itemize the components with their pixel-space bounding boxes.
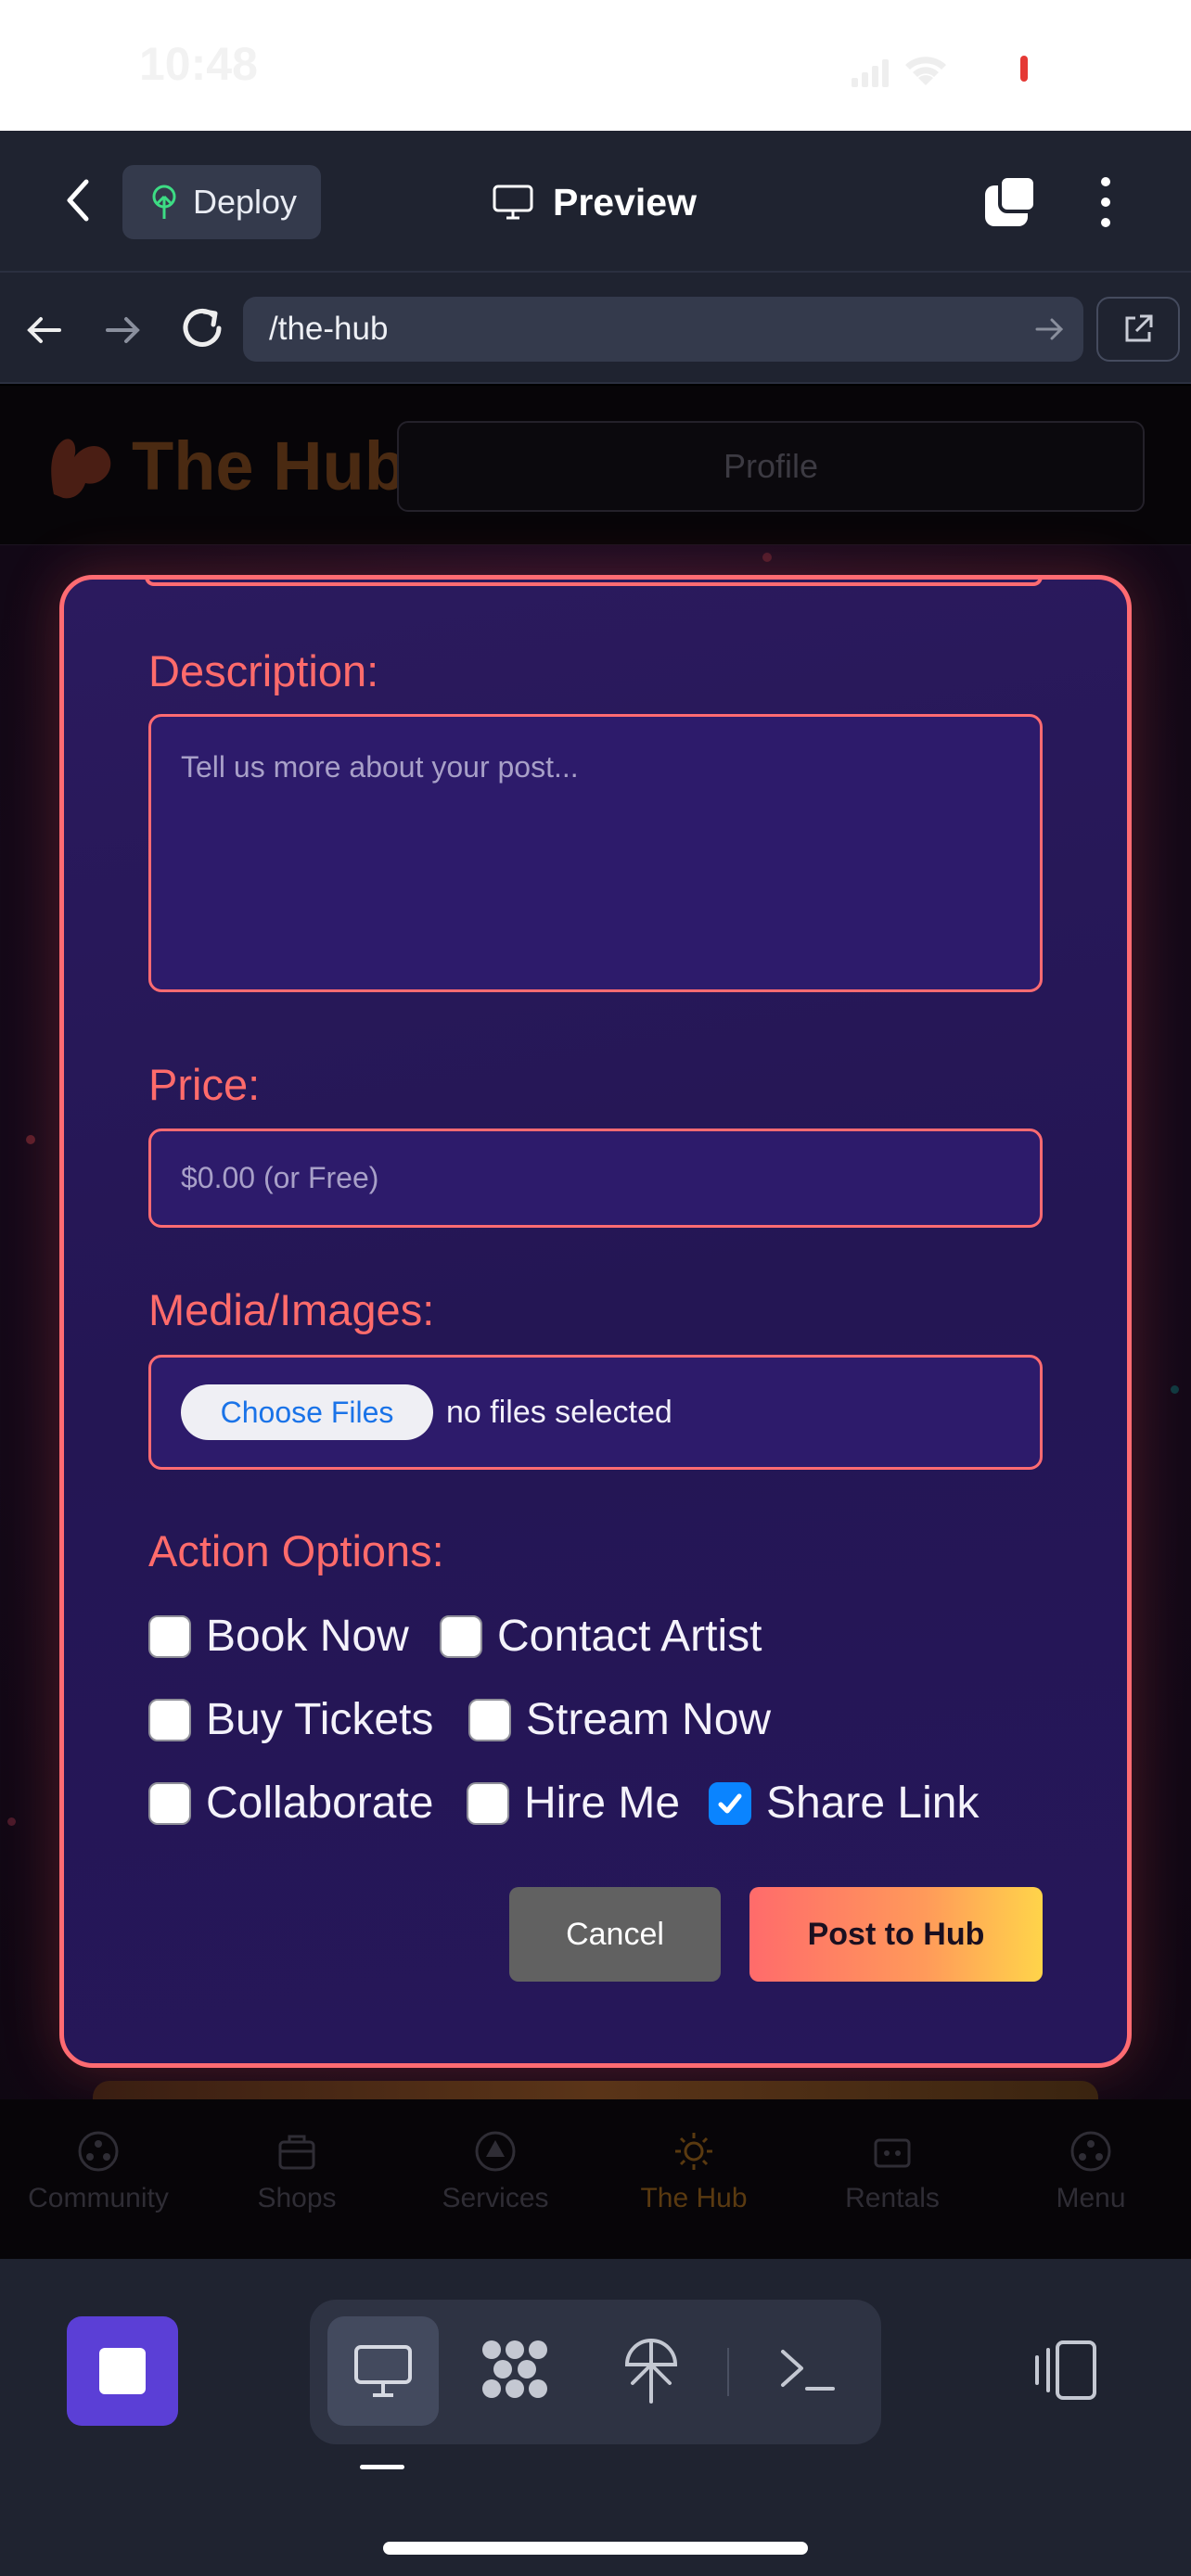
home-indicator xyxy=(383,2542,808,2555)
nav-label: Community xyxy=(28,2183,169,2213)
monitor-icon xyxy=(493,185,533,220)
open-external-button[interactable] xyxy=(1096,297,1180,362)
no-files-text: no files selected xyxy=(446,1394,672,1430)
checkbox-collaborate[interactable] xyxy=(148,1781,191,1825)
choose-files-button[interactable]: Choose Files xyxy=(181,1384,433,1440)
option-share-link[interactable]: Share Link xyxy=(709,1778,979,1829)
browser-forward-icon[interactable] xyxy=(100,308,145,352)
option-book-now[interactable]: Book Now xyxy=(148,1611,409,1662)
community-icon xyxy=(78,2131,119,2172)
checkbox-buy-tickets[interactable] xyxy=(148,1698,191,1741)
profile-button[interactable]: Profile xyxy=(397,421,1145,512)
reload-icon[interactable] xyxy=(176,302,228,354)
option-label: Book Now xyxy=(206,1612,409,1661)
hub-title: The Hub xyxy=(132,427,406,504)
preview-label: Preview xyxy=(553,180,697,223)
external-link-icon xyxy=(1125,314,1153,342)
menu-icon xyxy=(1070,2131,1111,2172)
preview-tab[interactable]: Preview xyxy=(492,172,697,232)
checkbox-share-link[interactable] xyxy=(709,1781,751,1825)
option-contact-artist[interactable]: Contact Artist xyxy=(440,1611,762,1662)
signal-wifi-icon xyxy=(852,57,946,87)
checkbox-hire-me[interactable] xyxy=(467,1781,509,1825)
media-file-input: Choose Files no files selected xyxy=(148,1355,1043,1470)
deploy-button[interactable]: Deploy xyxy=(122,165,321,239)
media-label: Media/Images: xyxy=(148,1285,435,1334)
nav-the-hub[interactable]: The Hub xyxy=(601,2129,787,2214)
option-hire-me[interactable]: Hire Me xyxy=(467,1778,680,1829)
hub-logo[interactable]: The Hub xyxy=(45,427,406,505)
url-go-icon[interactable] xyxy=(1031,312,1067,347)
toolbar-divider xyxy=(727,2348,729,2396)
title-field-bottom[interactable] xyxy=(145,575,1043,586)
description-label: Description: xyxy=(148,646,379,695)
active-tool-indicator xyxy=(360,2465,404,2469)
stop-icon xyxy=(99,2348,146,2394)
checkbox-contact-artist[interactable] xyxy=(440,1614,482,1658)
post-to-hub-button[interactable]: Post to Hub xyxy=(749,1887,1043,1982)
price-label: Price: xyxy=(148,1060,261,1109)
option-label: Contact Artist xyxy=(497,1612,762,1661)
nav-community[interactable]: Community xyxy=(6,2129,191,2214)
nav-menu[interactable]: Menu xyxy=(998,2129,1184,2214)
checkmark-icon xyxy=(718,1793,742,1813)
nav-label: Rentals xyxy=(845,2183,940,2213)
tabs-icon[interactable] xyxy=(981,174,1039,230)
services-icon xyxy=(475,2131,516,2172)
status-bar: 10:48 xyxy=(0,0,1191,131)
deploy-icon xyxy=(152,185,176,219)
nav-label: Shops xyxy=(257,2183,337,2213)
nav-label: Services xyxy=(442,2183,549,2213)
price-placeholder: $0.00 (or Free) xyxy=(181,1161,379,1194)
more-options-icon[interactable] xyxy=(1089,174,1122,230)
description-placeholder: Tell us more about your post... xyxy=(181,750,579,784)
option-buy-tickets[interactable]: Buy Tickets xyxy=(148,1694,433,1745)
cancel-button[interactable]: Cancel xyxy=(509,1887,721,1982)
price-input[interactable]: $0.00 (or Free) xyxy=(148,1129,1043,1228)
deploy-tool-icon[interactable] xyxy=(620,2333,683,2405)
stop-button[interactable] xyxy=(67,2316,178,2426)
nav-rentals[interactable]: Rentals xyxy=(800,2129,985,2214)
checkbox-stream-now[interactable] xyxy=(468,1698,511,1741)
shop-icon xyxy=(278,2135,315,2170)
device-layout-icon[interactable] xyxy=(1031,2339,1100,2402)
nav-label: The Hub xyxy=(640,2183,748,2213)
option-label: Hire Me xyxy=(524,1779,681,1828)
rentals-icon xyxy=(874,2138,911,2168)
nav-shops[interactable]: Shops xyxy=(204,2129,390,2214)
option-stream-now[interactable]: Stream Now xyxy=(468,1694,771,1745)
option-label: Buy Tickets xyxy=(206,1695,434,1744)
hub-logo-icon xyxy=(51,438,111,498)
checkbox-book-now[interactable] xyxy=(148,1614,191,1658)
back-icon[interactable] xyxy=(52,174,104,226)
url-text: /the-hub xyxy=(269,311,389,347)
apps-grid-icon[interactable] xyxy=(479,2337,551,2402)
nav-label: Menu xyxy=(1056,2183,1126,2213)
deploy-label: Deploy xyxy=(193,183,298,221)
background-card-edge xyxy=(93,2081,1098,2101)
nav-services[interactable]: Services xyxy=(403,2129,588,2214)
terminal-icon[interactable] xyxy=(777,2342,839,2398)
option-label: Share Link xyxy=(766,1779,980,1828)
status-time: 10:48 xyxy=(139,38,258,90)
option-collaborate[interactable]: Collaborate xyxy=(148,1778,433,1829)
preview-tool-button[interactable] xyxy=(327,2316,439,2426)
description-textarea[interactable]: Tell us more about your post... xyxy=(148,714,1043,992)
battery-low-icon xyxy=(1020,56,1028,82)
browser-back-icon[interactable] xyxy=(22,308,67,352)
monitor-icon xyxy=(354,2345,412,2397)
option-label: Stream Now xyxy=(526,1695,772,1744)
action-options-label: Action Options: xyxy=(148,1526,444,1575)
option-label: Collaborate xyxy=(206,1779,434,1828)
hub-sun-icon xyxy=(675,2133,712,2170)
url-field[interactable]: /the-hub xyxy=(243,297,1083,362)
